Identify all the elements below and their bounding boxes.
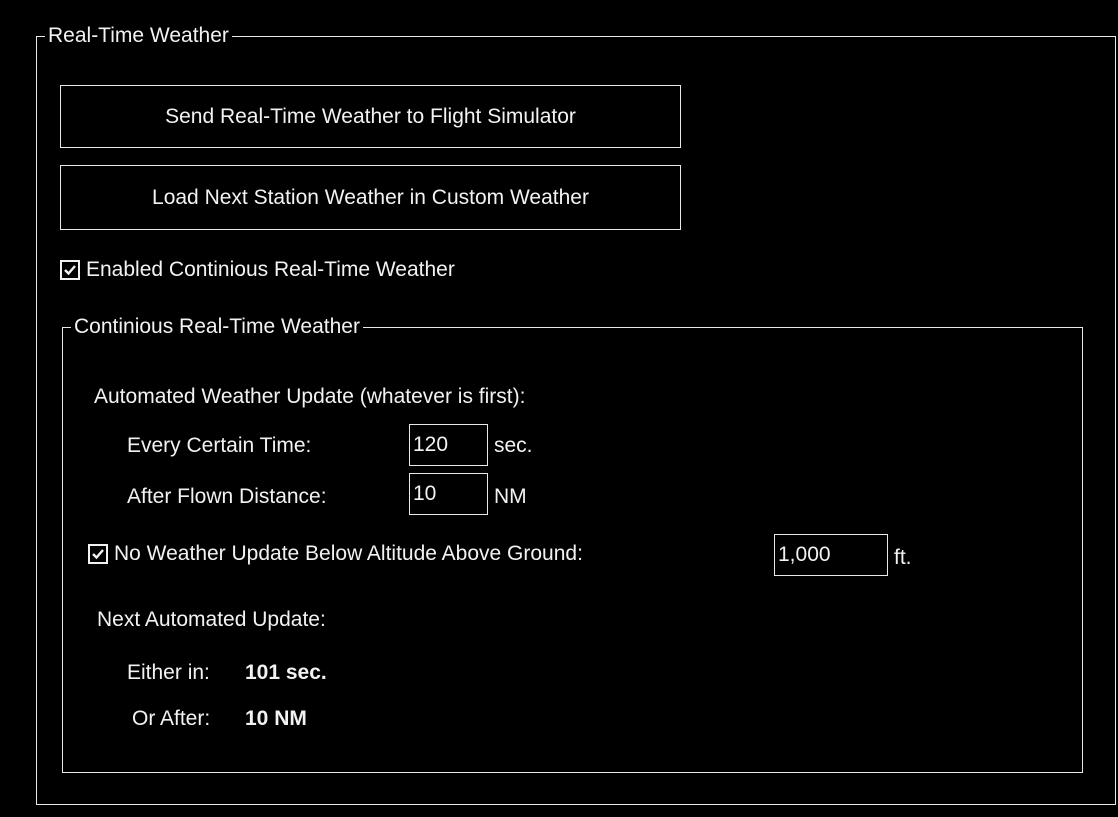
flown-distance-label: After Flown Distance: — [127, 485, 327, 508]
no-update-below-altitude-checkbox[interactable] — [88, 544, 108, 564]
no-update-below-altitude-label: No Weather Update Below Altitude Above G… — [114, 542, 583, 565]
every-time-unit: sec. — [494, 434, 533, 457]
every-time-input[interactable] — [409, 424, 488, 466]
or-after-value: 10 NM — [245, 707, 307, 730]
realtime-weather-group-title: Real-Time Weather — [45, 23, 232, 49]
enable-continuous-weather-row: Enabled Continious Real-Time Weather — [60, 257, 455, 283]
continuous-weather-group-title: Continious Real-Time Weather — [71, 314, 363, 340]
enable-continuous-weather-checkbox[interactable] — [60, 260, 80, 280]
altitude-above-ground-input[interactable] — [774, 534, 888, 576]
every-time-label: Every Certain Time: — [127, 434, 312, 457]
either-in-label: Either in: — [127, 661, 210, 684]
either-in-value: 101 sec. — [245, 661, 327, 684]
load-next-station-weather-button[interactable]: Load Next Station Weather in Custom Weat… — [60, 165, 681, 230]
checkmark-icon — [92, 549, 104, 560]
no-update-below-altitude-row: No Weather Update Below Altitude Above G… — [88, 541, 583, 567]
auto-update-heading: Automated Weather Update (whatever is fi… — [94, 385, 526, 408]
altitude-unit: ft. — [894, 546, 912, 569]
send-realtime-weather-button[interactable]: Send Real-Time Weather to Flight Simulat… — [60, 85, 681, 148]
or-after-label: Or After: — [132, 707, 211, 730]
next-update-heading: Next Automated Update: — [97, 608, 326, 631]
flown-distance-unit: NM — [494, 485, 527, 508]
enable-continuous-weather-label: Enabled Continious Real-Time Weather — [86, 258, 455, 281]
checkmark-icon — [64, 265, 76, 276]
flown-distance-input[interactable] — [409, 473, 488, 515]
